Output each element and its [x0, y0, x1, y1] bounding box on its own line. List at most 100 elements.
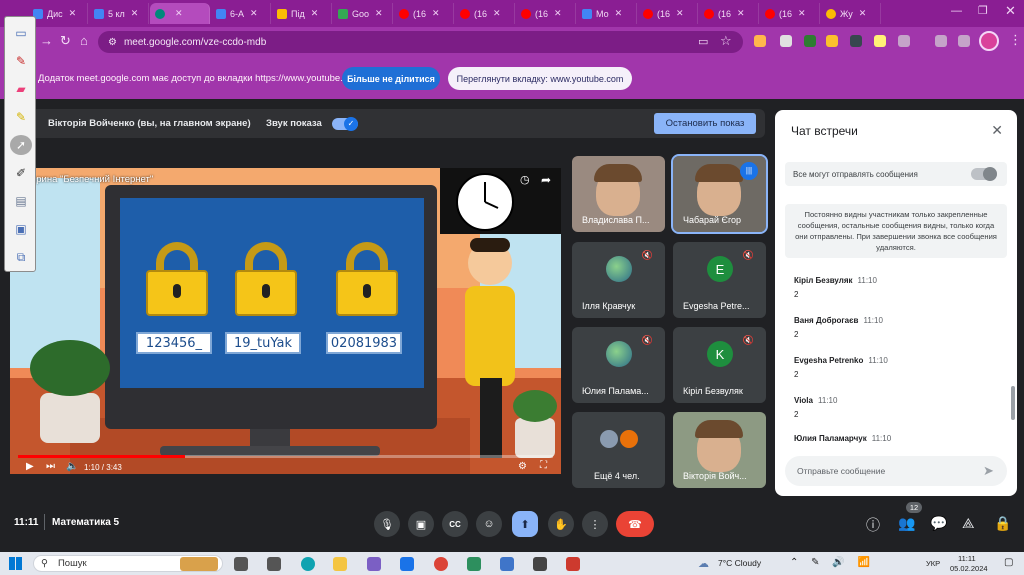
reload-icon[interactable]: ↻	[60, 33, 71, 49]
bookmark-star-icon[interactable]: ☆	[720, 33, 732, 49]
more-options-button[interactable]: ⋮	[582, 511, 608, 537]
language-indicator[interactable]: УКР	[926, 559, 940, 568]
tab-close-icon[interactable]: ✕	[554, 8, 562, 19]
participant-tile[interactable]: 🔇 Юлия Палама...	[572, 327, 665, 403]
next-icon[interactable]: ⏭	[46, 461, 55, 472]
stop-presentation-button[interactable]: Остановить показ	[654, 113, 756, 134]
browser-tab[interactable]: 5 кл ✕	[89, 3, 149, 24]
participant-tile[interactable]: K 🔇 Кірiл Безвуляк	[673, 327, 766, 403]
activities-icon[interactable]: ⟁	[962, 515, 975, 532]
clock-time[interactable]: 11:11	[958, 554, 976, 563]
whiteboard-tool-icon[interactable]: ▭	[10, 23, 32, 43]
tab-close-icon[interactable]: ✕	[131, 8, 139, 19]
people-icon[interactable]: 👥	[898, 515, 915, 532]
end-call-button[interactable]: ☎	[616, 511, 654, 537]
reactions-button[interactable]: ☺	[476, 511, 502, 537]
host-controls-icon[interactable]: 🔒	[994, 515, 1011, 532]
play-icon[interactable]: ▶	[26, 461, 34, 472]
participant-tile[interactable]: Владислава П...	[572, 156, 665, 232]
task-view-icon[interactable]	[234, 557, 248, 571]
camera-button[interactable]: ▣	[408, 511, 434, 537]
eraser-tool-icon[interactable]: ▰	[10, 79, 32, 99]
info-icon[interactable]: ⓘ	[866, 515, 880, 535]
app-icon[interactable]	[533, 557, 547, 571]
send-icon[interactable]: ➤	[983, 463, 994, 479]
browser-tab[interactable]: (16 ✕	[760, 3, 820, 24]
browser-tab[interactable]: (16 ✕	[516, 3, 576, 24]
minimize-icon[interactable]: —	[951, 5, 962, 17]
app-icon[interactable]	[267, 557, 281, 571]
pen-tool-icon[interactable]: ✎	[10, 51, 32, 71]
side-panel-icon[interactable]	[958, 35, 970, 47]
monitor-tool-icon[interactable]: ⧉	[10, 247, 32, 267]
settings-icon[interactable]: ⚙	[518, 461, 527, 472]
present-button[interactable]: ⬆	[512, 511, 538, 537]
browser-tab[interactable]: ✕	[150, 3, 210, 24]
tab-close-icon[interactable]: ✕	[737, 8, 745, 19]
tab-close-icon[interactable]: ✕	[615, 8, 623, 19]
profile-avatar[interactable]	[979, 31, 999, 51]
view-tab-button[interactable]: Переглянути вкладку: www.youtube.com	[448, 67, 632, 90]
clock-date[interactable]: 05.02.2024	[950, 564, 988, 573]
browser-tab[interactable]: Жу ✕	[821, 3, 881, 24]
windows-start-icon[interactable]	[9, 557, 22, 570]
screen-tool-icon[interactable]	[566, 557, 580, 571]
tab-close-icon[interactable]: ✕	[493, 8, 501, 19]
participant-tile[interactable]: Ещё 4 чел.	[572, 412, 665, 488]
site-info-icon[interactable]: ⚙	[108, 37, 117, 48]
home-icon[interactable]: ⌂	[80, 33, 88, 48]
browser-tab[interactable]: 6-А ✕	[211, 3, 271, 24]
participant-tile[interactable]: E 🔇 Evgesha Petre...	[673, 242, 766, 318]
extension-icon[interactable]	[935, 35, 947, 47]
notification-icon[interactable]: ▢	[1004, 557, 1013, 568]
extension-icon[interactable]	[754, 35, 766, 47]
chat-icon[interactable]: 💬	[930, 515, 947, 532]
tab-close-icon[interactable]: ✕	[311, 8, 319, 19]
participant-tile[interactable]: 🔇 Ілля Кравчук	[572, 242, 665, 318]
mic-button[interactable]: 🎙	[374, 511, 400, 537]
raise-hand-button[interactable]: ✋	[548, 511, 574, 537]
extension-icon[interactable]	[826, 35, 838, 47]
brush-tool-icon[interactable]: ✐	[10, 163, 32, 183]
restore-icon[interactable]: ❐	[978, 4, 988, 17]
browser-tab[interactable]: Дис ✕	[28, 3, 88, 24]
participant-tile[interactable]: Вікторія Войч...	[673, 412, 766, 488]
extension-icon[interactable]	[804, 35, 816, 47]
tab-close-icon[interactable]: ✕	[798, 8, 806, 19]
watch-later-icon[interactable]: ◷	[520, 173, 530, 186]
tab-close-icon[interactable]: ✕	[175, 8, 183, 19]
tab-close-icon[interactable]: ✕	[676, 8, 684, 19]
edge-icon[interactable]	[301, 557, 315, 571]
tab-close-icon[interactable]: ✕	[432, 8, 440, 19]
extension-icon[interactable]	[898, 35, 910, 47]
tab-close-icon[interactable]: ✕	[250, 8, 258, 19]
close-icon[interactable]: ✕	[991, 122, 1003, 139]
weather-text[interactable]: 7°C Cloudy	[718, 558, 761, 568]
browser-tab[interactable]: (16 ✕	[699, 3, 759, 24]
widget-icon[interactable]	[180, 557, 218, 571]
forward-icon[interactable]: →	[40, 33, 53, 48]
line-tool-icon[interactable]: ▤	[10, 191, 32, 211]
pointer-tool-icon[interactable]: ➚	[10, 135, 32, 155]
screen-capture-icon[interactable]: ▣	[10, 219, 32, 239]
app-icon[interactable]	[367, 557, 381, 571]
browser-tab[interactable]: (16 ✕	[455, 3, 515, 24]
browser-tab[interactable]: Goo ✕	[333, 3, 393, 24]
menu-dots-icon[interactable]: ⋮	[1009, 32, 1022, 48]
extension-icon[interactable]	[780, 35, 792, 47]
chrome-icon[interactable]	[434, 557, 448, 571]
chat-scrollbar[interactable]	[1011, 386, 1015, 420]
system-tray-icons[interactable]: ⌃ ✎ 🔊 📶	[790, 557, 875, 568]
highlighter-tool-icon[interactable]: ✎	[10, 107, 32, 127]
participant-tile[interactable]: ||| Чабарай Єгор	[671, 154, 768, 234]
browser-tab[interactable]: Під ✕	[272, 3, 332, 24]
file-explorer-icon[interactable]	[333, 557, 347, 571]
camera-icon[interactable]: ▭	[698, 35, 708, 48]
shared-video[interactable]: 123456_ 19_tuYak 02081983 Вікторина "Безпе…	[10, 168, 561, 474]
browser-tab[interactable]: (16 ✕	[394, 3, 454, 24]
app-icon[interactable]	[467, 557, 481, 571]
share-arrow-icon[interactable]: ➦	[541, 173, 551, 187]
sound-toggle[interactable]: ✓	[332, 117, 358, 131]
close-window-icon[interactable]: ✕	[1005, 3, 1016, 19]
captions-button[interactable]: CC	[442, 511, 468, 537]
